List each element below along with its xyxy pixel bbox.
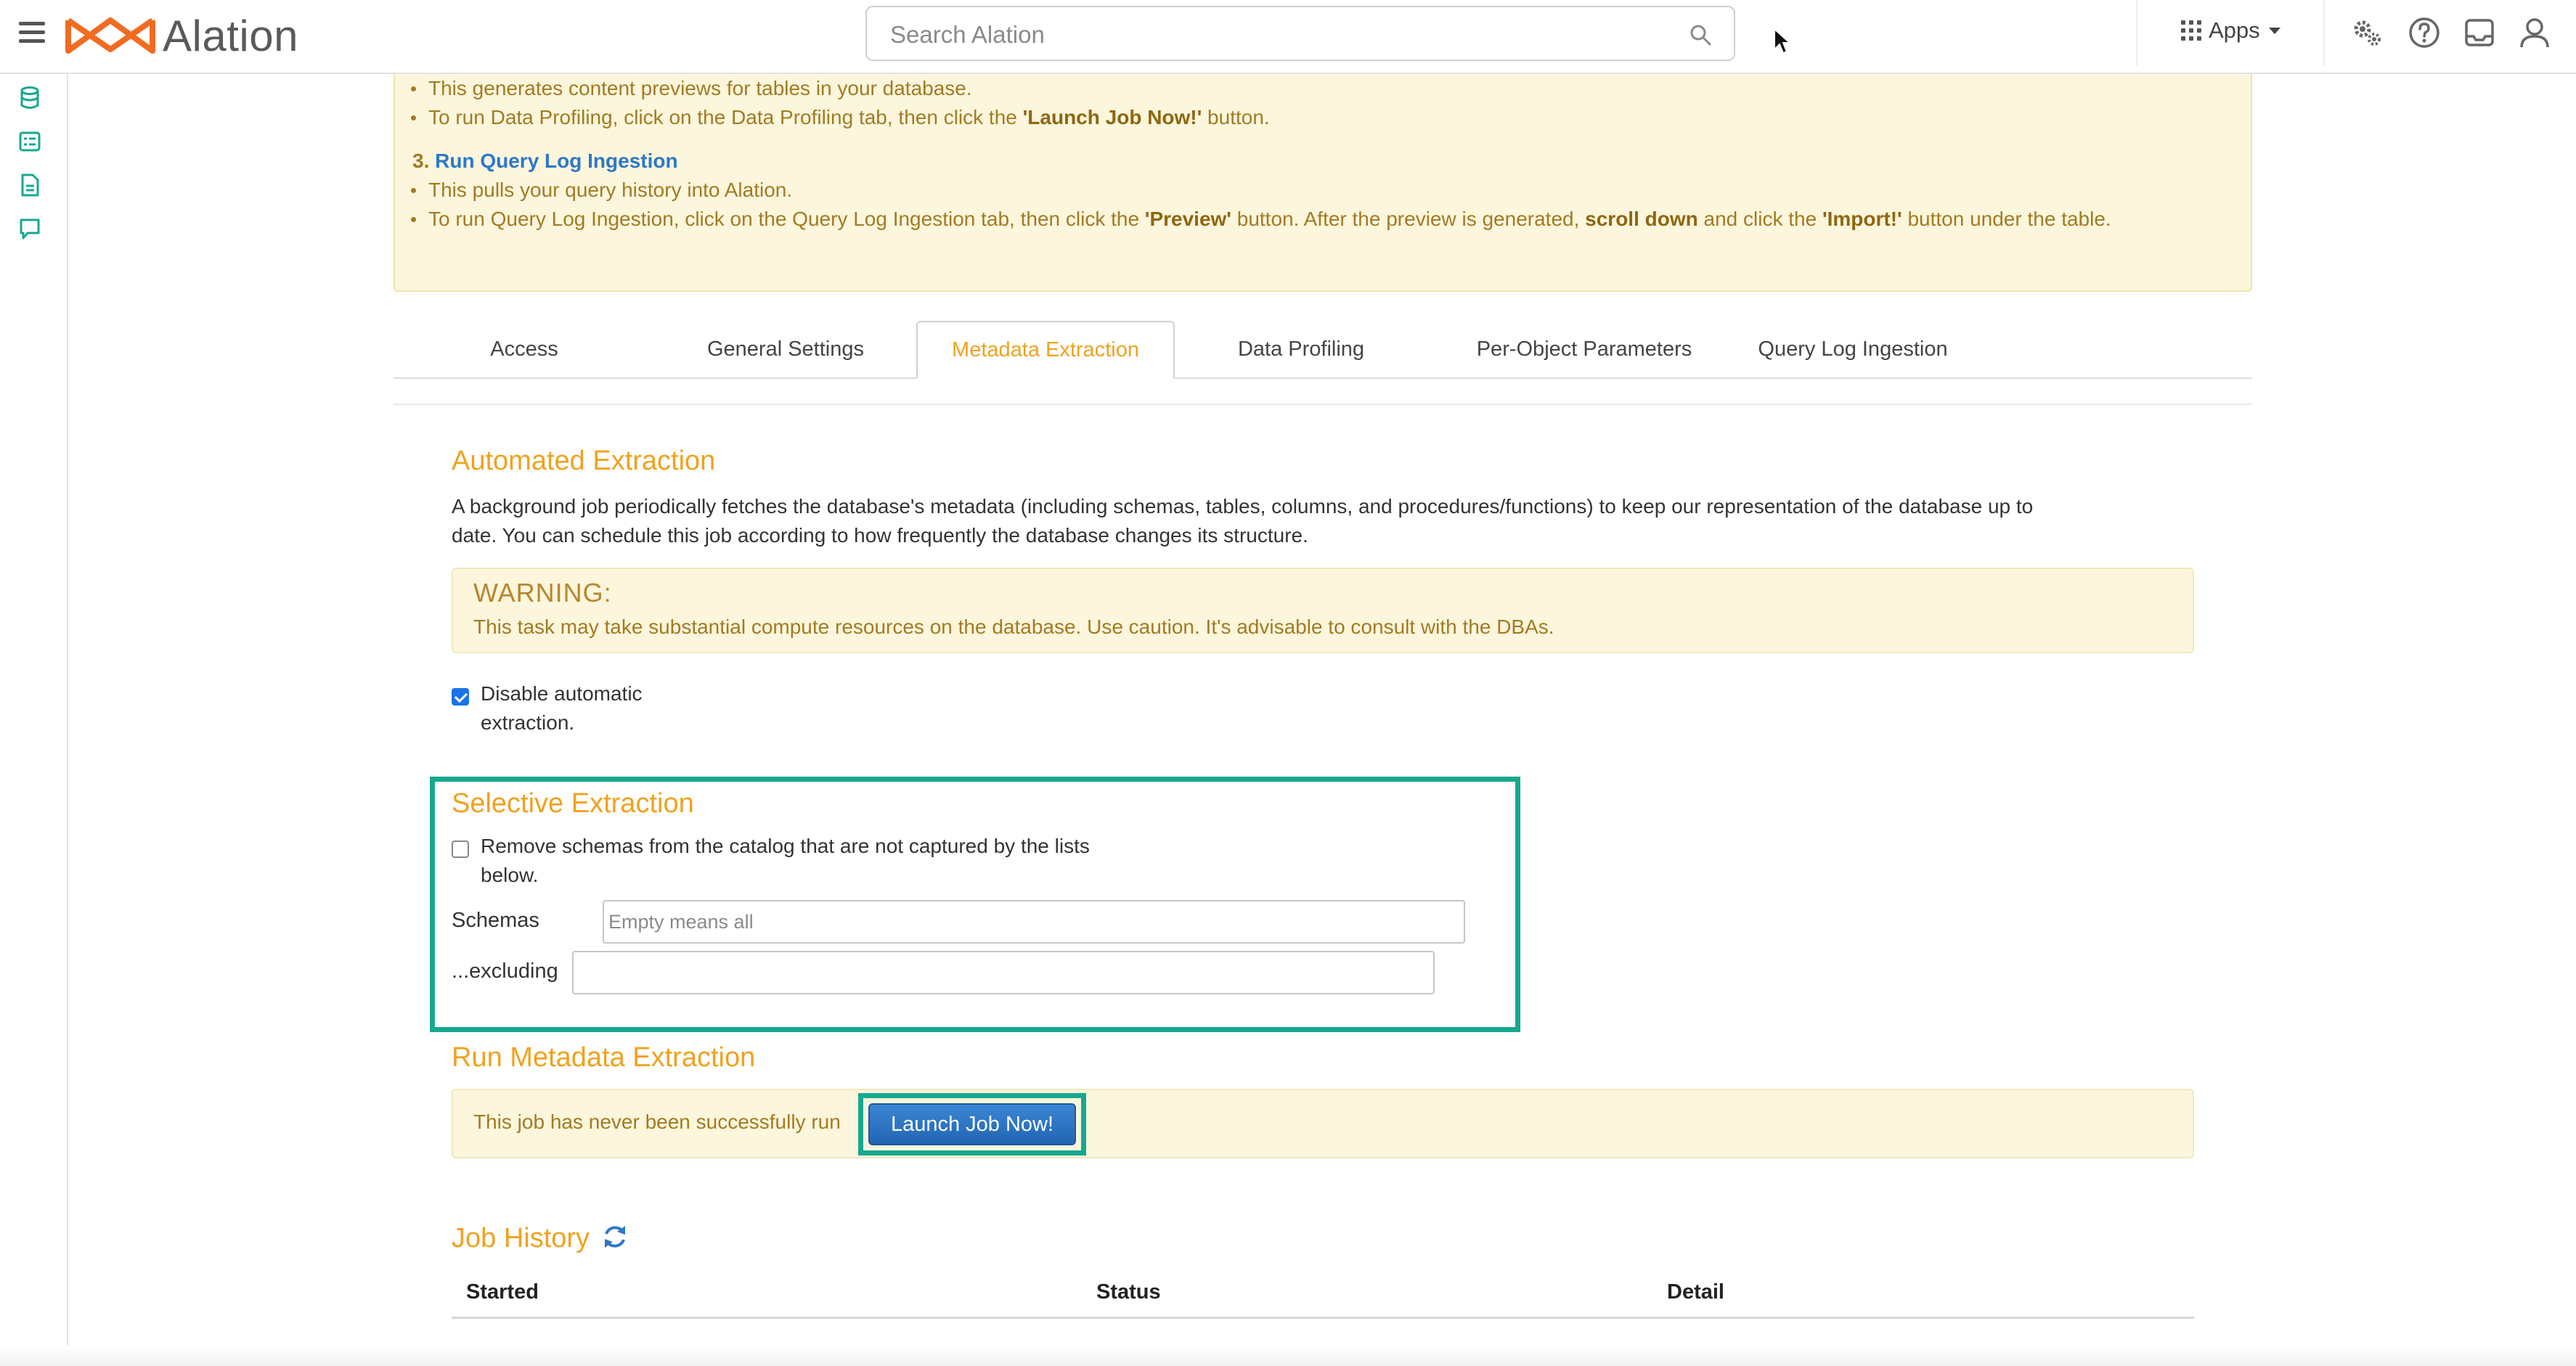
settings-gears-icon[interactable] (2349, 15, 2386, 51)
notice-text: button. (1202, 106, 1270, 128)
notice-text: To run Data Profiling, click on the Data… (428, 106, 1023, 128)
disable-automatic-extraction-label-line2: extraction. (481, 711, 575, 734)
warning-box: WARNING: This task may take substantial … (452, 568, 2194, 653)
job-history-heading: Job History (452, 1222, 629, 1254)
tab-content-divider (394, 404, 2252, 405)
tab-metadata-extraction[interactable]: Metadata Extraction (916, 321, 1175, 379)
toolbar-divider (2323, 0, 2325, 65)
user-profile-icon[interactable] (2516, 15, 2553, 51)
disable-automatic-extraction-checkbox[interactable] (452, 688, 469, 706)
job-history-title: Job History (452, 1223, 590, 1253)
main-content: This generates content previews for tabl… (70, 74, 2576, 1366)
help-icon[interactable] (2406, 15, 2442, 51)
mouse-pointer-icon (1774, 28, 1792, 54)
notice-text: To run Query Log Ingestion, click on the… (428, 208, 1145, 230)
tab-access[interactable]: Access (437, 321, 611, 377)
database-icon[interactable] (17, 86, 42, 110)
remove-schemas-checkbox[interactable] (452, 841, 469, 858)
schemas-input[interactable] (603, 900, 1465, 944)
apps-grid-icon (2181, 20, 2201, 41)
column-header-detail: Detail (1667, 1280, 1724, 1304)
hamburger-menu-icon[interactable] (19, 22, 45, 44)
launch-job-now-button[interactable]: Launch Job Now! (868, 1103, 1076, 1145)
notice-text: button under the table. (1902, 208, 2111, 230)
global-search-box[interactable] (865, 6, 1735, 61)
automated-extraction-description-line2: date. You can schedule this job accordin… (452, 524, 1308, 547)
tab-per-object-parameters[interactable]: Per-Object Parameters (1439, 321, 1729, 377)
notice-emphasis: scroll down (1585, 208, 1698, 230)
apps-menu-button[interactable]: Apps (2181, 17, 2281, 44)
inbox-icon[interactable] (2461, 15, 2498, 51)
search-input[interactable] (889, 20, 1618, 49)
chevron-down-icon (2268, 27, 2281, 34)
run-status-text: This job has never been successfully run (473, 1111, 841, 1133)
automated-extraction-description-line1: A background job periodically fetches th… (452, 495, 2034, 518)
step-3-link[interactable]: Run Query Log Ingestion (435, 150, 677, 172)
warning-body: This task may take substantial compute r… (473, 615, 1554, 638)
page-bottom-shadow (0, 1346, 2576, 1366)
step-3-heading: 3. Run Query Log Ingestion (412, 147, 2251, 176)
notice-bullet: To run Query Log Ingestion, click on the… (395, 205, 2251, 234)
alation-logo-icon (65, 17, 155, 54)
top-navigation-bar: Alation Apps (0, 0, 2576, 74)
selective-extraction-heading: Selective Extraction (452, 788, 694, 819)
catalog-list-icon[interactable] (17, 129, 42, 154)
excluding-label: ...excluding (452, 960, 558, 983)
notice-bullet: This generates content previews for tabl… (395, 74, 2251, 103)
left-sidebar (0, 74, 68, 1366)
column-header-status: Status (1096, 1280, 1161, 1304)
datasource-settings-tabs: Access General Settings Metadata Extract… (394, 321, 2252, 379)
step-number: 3. (412, 150, 430, 172)
remove-schemas-label-line2: below. (481, 864, 539, 886)
column-header-started: Started (466, 1280, 539, 1304)
notice-text: button. After the preview is generated, (1231, 208, 1586, 230)
remove-schemas-label-line1: Remove schemas from the catalog that are… (481, 835, 1090, 857)
document-icon[interactable] (17, 173, 42, 197)
toolbar-divider (2136, 0, 2137, 65)
search-icon[interactable] (1689, 23, 1712, 46)
run-status-bar: This job has never been successfully run (452, 1089, 2194, 1158)
notice-bullet: To run Data Profiling, click on the Data… (395, 103, 2251, 132)
run-metadata-extraction-heading: Run Metadata Extraction (452, 1042, 756, 1073)
refresh-icon[interactable] (600, 1222, 629, 1251)
automated-extraction-heading: Automated Extraction (452, 446, 716, 476)
schemas-label: Schemas (452, 909, 539, 932)
tab-general-settings[interactable]: General Settings (669, 321, 902, 377)
notice-text: and click the (1697, 208, 1822, 230)
notice-emphasis: 'Import!' (1822, 208, 1902, 230)
notice-emphasis: 'Preview' (1144, 208, 1231, 230)
apps-label: Apps (2209, 17, 2260, 43)
conversation-icon[interactable] (17, 216, 42, 241)
disable-automatic-extraction-label-line1: Disable automatic (481, 682, 643, 705)
excluding-schemas-input[interactable] (572, 951, 1435, 994)
logo-text: Alation (163, 11, 298, 60)
alation-logo[interactable]: Alation (65, 10, 298, 61)
notice-emphasis: 'Launch Job Now!' (1022, 106, 1202, 128)
tab-data-profiling[interactable]: Data Profiling (1199, 321, 1403, 377)
tab-query-log-ingestion[interactable]: Query Log Ingestion (1715, 321, 1991, 377)
setup-instructions-notice: This generates content previews for tabl… (394, 74, 2252, 292)
notice-bullet: This pulls your query history into Alati… (395, 176, 2251, 205)
warning-title: WARNING: (473, 578, 612, 608)
job-history-table-header: Started Status Detail (452, 1275, 2194, 1319)
